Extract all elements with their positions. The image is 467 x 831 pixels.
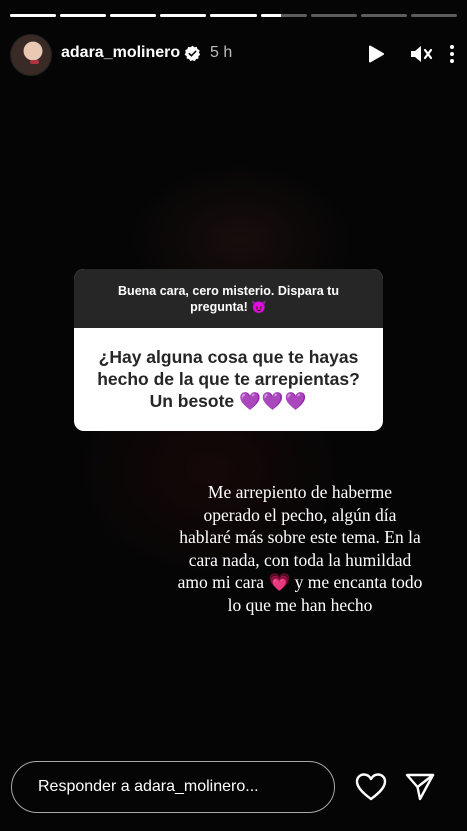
progress-segment-fill xyxy=(260,14,282,17)
avatar[interactable] xyxy=(10,34,52,76)
question-text-container: ¿Hay alguna cosa que te hayas hecho de l… xyxy=(74,328,383,412)
purple-hearts-emoji: 💜💜💜 xyxy=(239,391,308,411)
progress-segment-fill xyxy=(210,14,257,17)
heart-icon[interactable] xyxy=(355,772,387,802)
story-progress-bar xyxy=(10,14,457,17)
progress-segment xyxy=(310,14,357,17)
mute-icon[interactable] xyxy=(408,42,434,66)
answer-line: hablaré más sobre este tema. En la xyxy=(179,527,421,547)
progress-segment xyxy=(60,14,107,17)
answer-line-part: y me encanta todo xyxy=(294,572,423,592)
progress-segment xyxy=(410,14,457,17)
progress-segment xyxy=(160,14,207,17)
answer-line: cara nada, con toda la humildad xyxy=(188,549,412,570)
progress-segment-fill xyxy=(160,14,207,17)
reply-input[interactable]: Responder a adara_molinero... xyxy=(11,761,335,813)
post-time: 5 h xyxy=(210,44,233,61)
progress-segment xyxy=(260,14,307,17)
play-icon[interactable] xyxy=(366,44,386,64)
story-header: adara_molinero 5 h xyxy=(10,32,457,76)
answer-line-part: amo mi cara xyxy=(177,572,265,592)
progress-segment xyxy=(110,14,157,17)
answer-line: Me arrepiento de haberme xyxy=(207,482,393,502)
progress-segment-fill xyxy=(110,14,157,17)
answer-text: Me arrepiento de haberme operado el pech… xyxy=(165,481,435,616)
progress-segment xyxy=(210,14,257,17)
question-sticker[interactable]: Buena cara, cero misterio. Dispara tu pr… xyxy=(74,269,383,431)
question-prompt: Buena cara, cero misterio. Dispara tu pr… xyxy=(74,269,383,328)
answer-line: lo que me han hecho xyxy=(227,594,373,615)
answer-line: amo mi cara 💗 y me encanta todo xyxy=(165,571,435,594)
question-text: ¿Hay alguna cosa que te hayas hecho de l… xyxy=(97,347,360,411)
pink-heart-emoji: 💗 xyxy=(268,572,291,592)
progress-segment xyxy=(10,14,57,17)
progress-segment xyxy=(360,14,407,17)
send-icon[interactable] xyxy=(405,772,435,802)
verified-badge-icon xyxy=(184,45,201,62)
username[interactable]: adara_molinero xyxy=(61,44,180,62)
more-icon[interactable] xyxy=(444,44,460,64)
progress-segment-fill xyxy=(60,14,107,17)
answer-line: operado el pecho, algún día xyxy=(203,504,397,525)
progress-segment-fill xyxy=(10,14,57,17)
